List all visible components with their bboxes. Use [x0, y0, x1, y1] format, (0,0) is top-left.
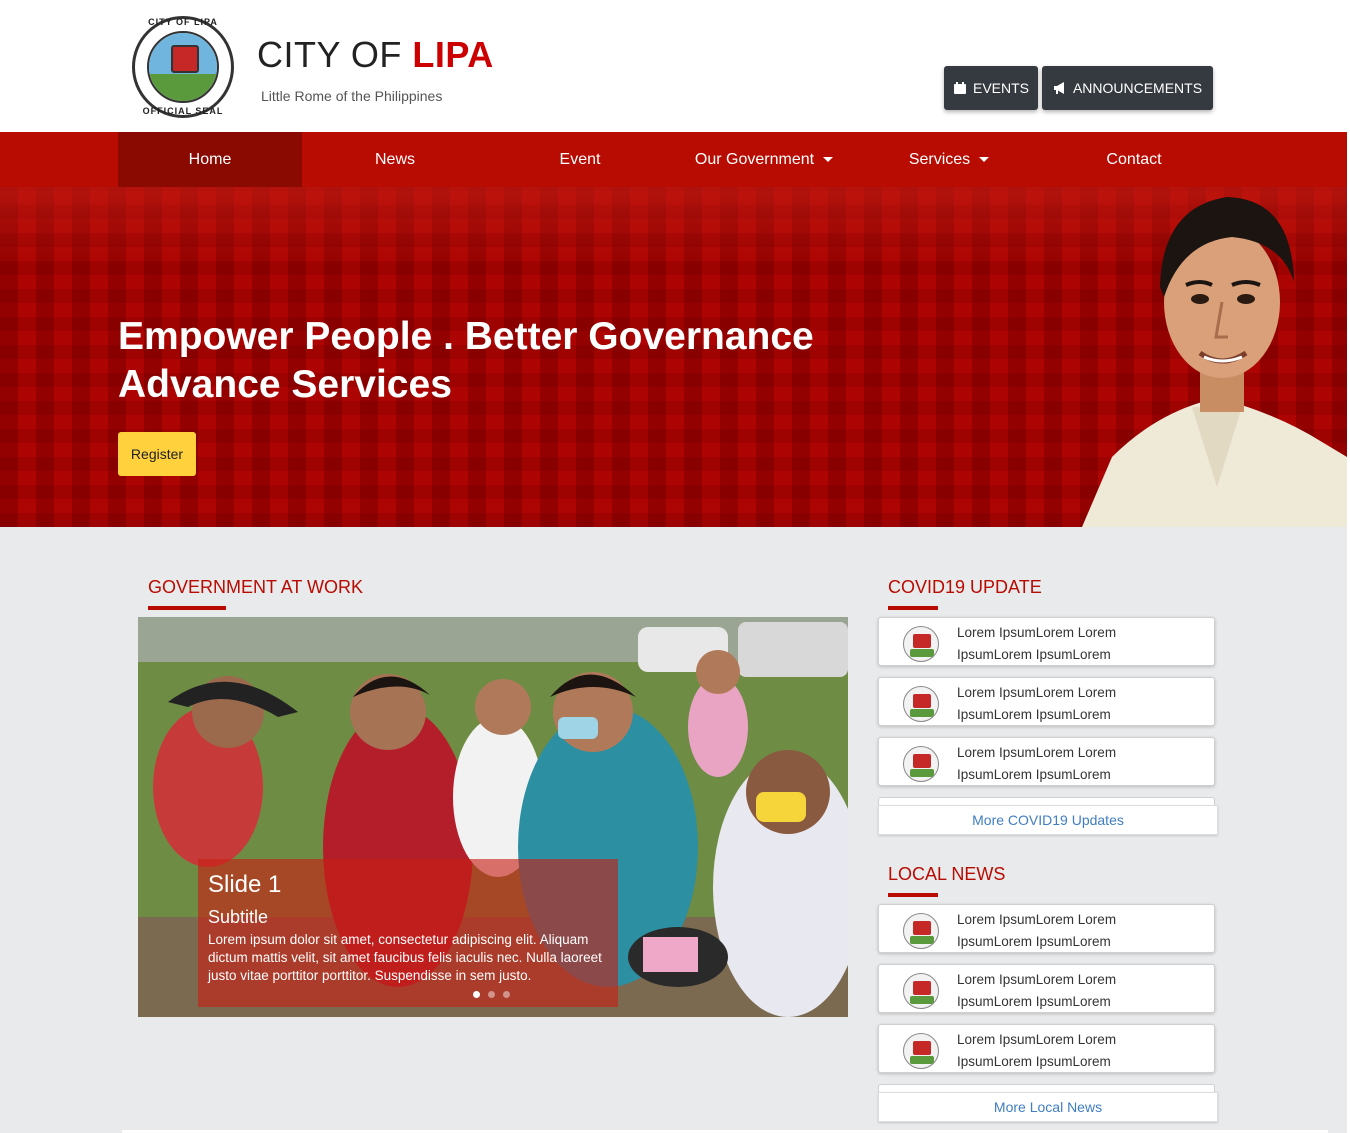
announcements-button-label: ANNOUNCEMENTS — [1072, 80, 1203, 96]
nav-contact[interactable]: Contact — [1042, 132, 1226, 187]
covid-update-item[interactable]: Lorem IpsumLorem Lorem IpsumLorem IpsumLo… — [878, 617, 1215, 666]
carousel-indicators — [473, 991, 510, 998]
covid-update-item[interactable]: Lorem IpsumLorem Lorem IpsumLorem IpsumLo… — [878, 737, 1215, 786]
megaphone-icon — [1053, 82, 1064, 94]
nav-our-government[interactable]: Our Government — [672, 132, 856, 187]
local-news-heading: LOCAL NEWS — [888, 864, 1006, 884]
main-content: GOVERNMENT AT WORK Slide 1 Subtitle Lore… — [0, 527, 1347, 1133]
carousel-dot-3[interactable] — [503, 991, 510, 998]
calendar-icon — [953, 82, 966, 94]
hero-banner: Empower People . Better Governance Advan… — [0, 187, 1347, 527]
local-news-item[interactable]: Lorem IpsumLorem Lorem IpsumLorem IpsumLo… — [878, 964, 1215, 1013]
heading-underline — [148, 606, 226, 610]
heading-underline — [888, 893, 938, 897]
nav-news[interactable]: News — [303, 132, 487, 187]
hero-headline: Empower People . Better Governance Advan… — [118, 315, 814, 406]
site-title[interactable]: CITY OF LIPA — [257, 34, 494, 76]
seal-emblem — [147, 31, 219, 103]
nav-services[interactable]: Services — [857, 132, 1041, 187]
covid19-update-heading: COVID19 UPDATE — [888, 577, 1042, 597]
local-news-item[interactable]: Lorem IpsumLorem Lorem IpsumLorem IpsumLo… — [878, 1024, 1215, 1073]
city-seal-icon — [903, 973, 939, 1009]
nav-event[interactable]: Event — [488, 132, 672, 187]
carousel-caption: Slide 1 Subtitle Lorem ipsum dolor sit a… — [198, 859, 618, 1007]
city-seal-logo[interactable]: CITY OF LIPA OFFICIAL SEAL — [132, 16, 234, 118]
city-seal-icon — [903, 746, 939, 782]
events-button[interactable]: EVENTS — [944, 66, 1038, 110]
slide-text: Lorem ipsum dolor sit amet, consectetur … — [208, 932, 602, 983]
local-news-item-partial — [878, 1084, 1215, 1092]
covid-update-item-partial — [878, 797, 1215, 805]
seal-bottom-text: OFFICIAL SEAL — [142, 106, 224, 116]
government-at-work-carousel[interactable]: Slide 1 Subtitle Lorem ipsum dolor sit a… — [138, 617, 848, 1017]
seal-top-text: CITY OF LIPA — [148, 17, 218, 27]
main-navbar: Home News Event Our Government Services … — [0, 132, 1347, 187]
announcements-button[interactable]: ANNOUNCEMENTS — [1042, 66, 1213, 110]
site-title-accent: LIPA — [412, 34, 494, 75]
mayor-portrait — [1082, 197, 1347, 527]
more-covid19-updates-link[interactable]: More COVID19 Updates — [878, 805, 1218, 835]
slide-title: Slide 1 — [208, 871, 282, 898]
nav-home[interactable]: Home — [118, 132, 302, 187]
dropdown-caret-icon — [823, 157, 834, 162]
carousel-dot-2[interactable] — [488, 991, 495, 998]
site-tagline: Little Rome of the Philippines — [261, 88, 443, 104]
city-seal-icon — [903, 913, 939, 949]
register-button[interactable]: Register — [118, 432, 196, 476]
carousel-dot-1[interactable] — [473, 991, 480, 998]
local-news-item[interactable]: Lorem IpsumLorem Lorem IpsumLorem IpsumLo… — [878, 904, 1215, 953]
heading-underline — [888, 606, 938, 610]
covid-update-item[interactable]: Lorem IpsumLorem Lorem IpsumLorem IpsumLo… — [878, 677, 1215, 726]
site-header: CITY OF LIPA OFFICIAL SEAL CITY OF LIPA L… — [0, 0, 1350, 132]
more-local-news-link[interactable]: More Local News — [878, 1092, 1218, 1122]
city-seal-icon — [903, 1033, 939, 1069]
city-seal-icon — [903, 686, 939, 722]
events-button-label: EVENTS — [972, 80, 1029, 96]
government-at-work-heading: GOVERNMENT AT WORK — [148, 577, 364, 597]
city-seal-icon — [903, 626, 939, 662]
dropdown-caret-icon — [979, 157, 990, 162]
slide-subtitle: Subtitle — [208, 907, 269, 927]
